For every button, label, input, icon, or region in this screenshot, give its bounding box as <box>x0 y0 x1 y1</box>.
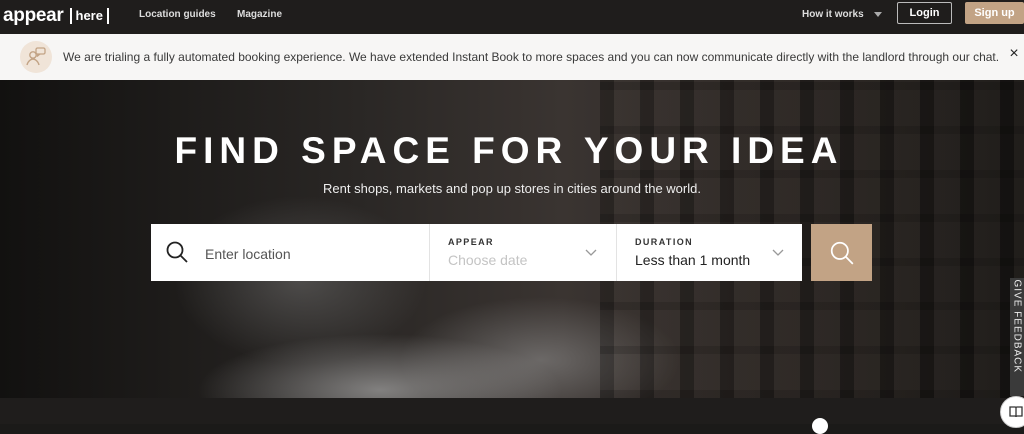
duration-value: Less than 1 month <box>635 252 751 268</box>
chat-person-icon <box>20 41 52 73</box>
chevron-down-icon <box>585 249 597 256</box>
chevron-down-icon <box>873 12 882 17</box>
logo[interactable]: appear here <box>3 5 109 27</box>
nav-how-it-works[interactable]: How it works <box>802 9 882 20</box>
close-icon[interactable]: × <box>1006 46 1022 62</box>
book-icon <box>1009 406 1023 418</box>
signup-button[interactable]: Sign up <box>965 2 1024 24</box>
banner-message: We are trialing a fully automated bookin… <box>63 50 1000 64</box>
duration-field[interactable]: DURATION Less than 1 month <box>617 224 802 281</box>
login-button[interactable]: Login <box>897 2 952 24</box>
feedback-label: GIVE FEEDBACK <box>1011 279 1023 374</box>
feedback-tab[interactable]: GIVE FEEDBACK <box>1010 278 1024 396</box>
top-nav: appear here Location guides Magazine How… <box>0 0 1024 34</box>
appear-date-field[interactable]: APPEAR Choose date <box>430 224 616 281</box>
nav-location-guides[interactable]: Location guides <box>139 9 216 20</box>
logo-bracket: here <box>69 8 109 24</box>
search-button[interactable] <box>811 224 872 281</box>
duration-label: DURATION <box>635 237 694 247</box>
hero-section: FIND SPACE FOR YOUR IDEA Rent shops, mar… <box>0 80 1024 398</box>
hero-subtitle: Rent shops, markets and pop up stores in… <box>323 181 701 196</box>
appear-date-placeholder: Choose date <box>448 252 528 268</box>
info-banner: We are trialing a fully automated bookin… <box>0 34 1024 81</box>
hero-title: FIND SPACE FOR YOUR IDEA <box>174 130 844 171</box>
search-icon <box>166 241 188 263</box>
search-bar: APPEAR Choose date DURATION Less than 1 … <box>151 224 802 283</box>
carousel-dot[interactable] <box>812 418 828 434</box>
location-input[interactable] <box>203 224 467 283</box>
nav-magazine[interactable]: Magazine <box>237 9 282 20</box>
nav-how-it-works-label: How it works <box>802 9 864 20</box>
appear-label: APPEAR <box>448 237 494 247</box>
help-button[interactable] <box>1000 396 1024 428</box>
bottom-section <box>0 398 1024 424</box>
logo-word: appear <box>3 5 64 26</box>
chevron-down-icon <box>772 249 784 256</box>
search-icon <box>830 241 853 264</box>
